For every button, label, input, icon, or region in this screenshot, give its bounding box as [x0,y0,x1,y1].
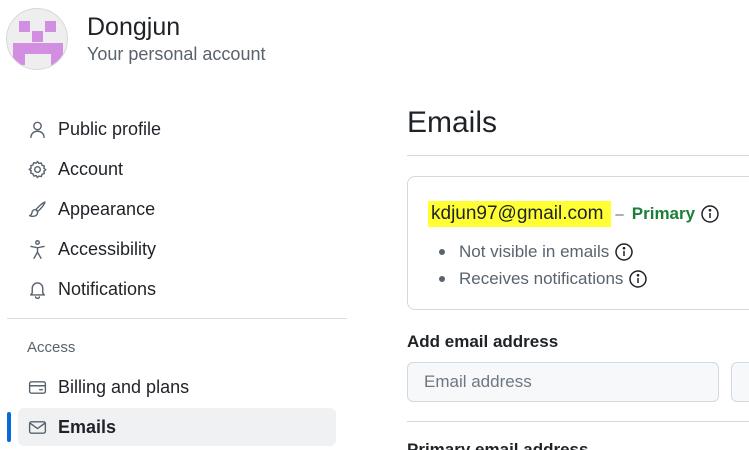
sidebar-item-appearance[interactable]: Appearance [18,190,336,228]
email-card: kdjun97@gmail.com – Primary Not visible … [407,176,749,310]
section-divider [407,421,749,422]
account-subtitle: Your personal account [87,44,266,64]
sidebar-item-label: Appearance [58,198,156,219]
active-indicator [7,412,11,442]
bell-icon [26,278,48,300]
sidebar-section-heading-access: Access [27,339,76,356]
sidebar-divider [7,318,347,319]
primary-label: Primary [631,204,696,223]
list-item: Not visible in emails [438,238,648,265]
list-item: Receives notifications [438,265,648,292]
credit-card-icon [26,376,48,398]
separator: – [615,205,624,223]
sidebar-item-label: Billing and plans [58,376,190,397]
mail-icon [26,416,48,438]
email-input[interactable] [407,362,719,402]
add-email-label: Add email address [407,332,559,351]
title-divider [407,155,749,156]
avatar[interactable] [6,8,68,70]
sidebar-item-label: Notifications [58,278,157,299]
add-button[interactable] [731,362,749,402]
gear-icon [26,158,48,180]
detail-text: Receives notifications [459,268,624,288]
paintbrush-icon [26,198,48,220]
person-icon [26,118,48,140]
email-row: kdjun97@gmail.com – Primary [428,201,720,227]
sidebar-item-emails[interactable]: Emails [18,408,336,446]
detail-text: Not visible in emails [459,241,610,261]
sidebar-item-label: Public profile [58,118,162,139]
page-title: Emails [407,106,498,139]
info-icon[interactable] [614,242,634,262]
accessibility-icon [26,238,48,260]
email-details-list: Not visible in emails Receives notificat… [438,238,648,292]
email-address: kdjun97@gmail.com [428,201,612,227]
sidebar-item-label: Account [58,158,124,179]
sidebar-item-billing[interactable]: Billing and plans [18,368,336,406]
sidebar-item-label: Emails [58,416,117,437]
primary-email-heading: Primary email address [407,440,589,450]
sidebar-item-notifications[interactable]: Notifications [18,270,336,308]
info-icon[interactable] [700,204,720,224]
sidebar-item-account[interactable]: Account [18,150,336,188]
account-name[interactable]: Dongjun [87,12,180,42]
sidebar-item-accessibility[interactable]: Accessibility [18,230,336,268]
sidebar-item-public-profile[interactable]: Public profile [18,110,336,148]
info-icon[interactable] [628,269,648,289]
sidebar-item-label: Accessibility [58,238,157,259]
